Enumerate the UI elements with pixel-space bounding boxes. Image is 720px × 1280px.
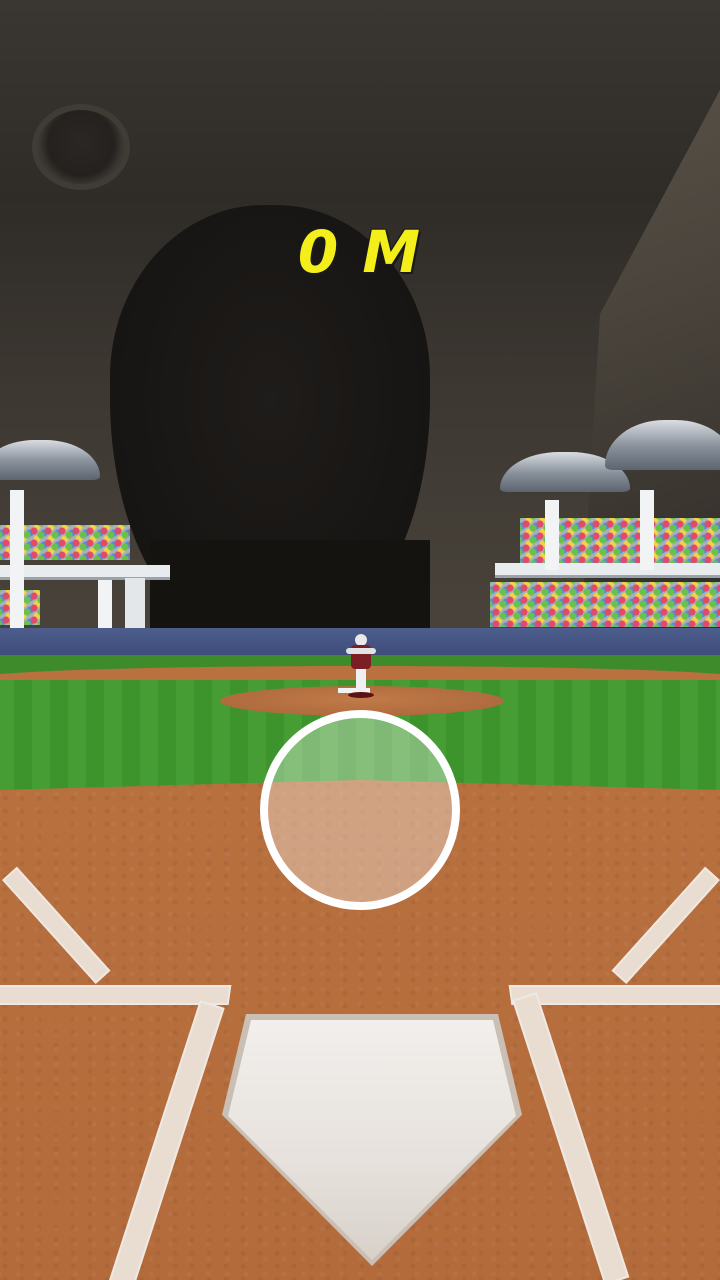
crowd	[490, 582, 720, 627]
player-silhouette-shoulders	[150, 540, 430, 640]
stand-pillar	[545, 500, 559, 570]
pitcher-arms	[346, 648, 376, 654]
stand-pillar	[125, 578, 145, 630]
stand-roof	[0, 440, 100, 480]
pitcher-legs	[356, 668, 366, 694]
pitcher	[346, 634, 376, 704]
batters-box-line-left-top	[0, 985, 232, 1005]
distance-readout: 0 M	[297, 218, 423, 286]
stand-pillar	[10, 490, 24, 630]
ceiling-light	[38, 110, 124, 184]
aim-circle-icon[interactable]	[260, 710, 460, 910]
stadium-stand-left	[0, 430, 175, 630]
stadium-stand-right	[490, 420, 720, 630]
stand-deck	[495, 563, 720, 578]
pitcher-shadow	[348, 692, 374, 698]
game-stage[interactable]: 0 M	[0, 0, 720, 1280]
stand-pillar	[640, 490, 654, 570]
stand-pillar	[98, 580, 112, 630]
